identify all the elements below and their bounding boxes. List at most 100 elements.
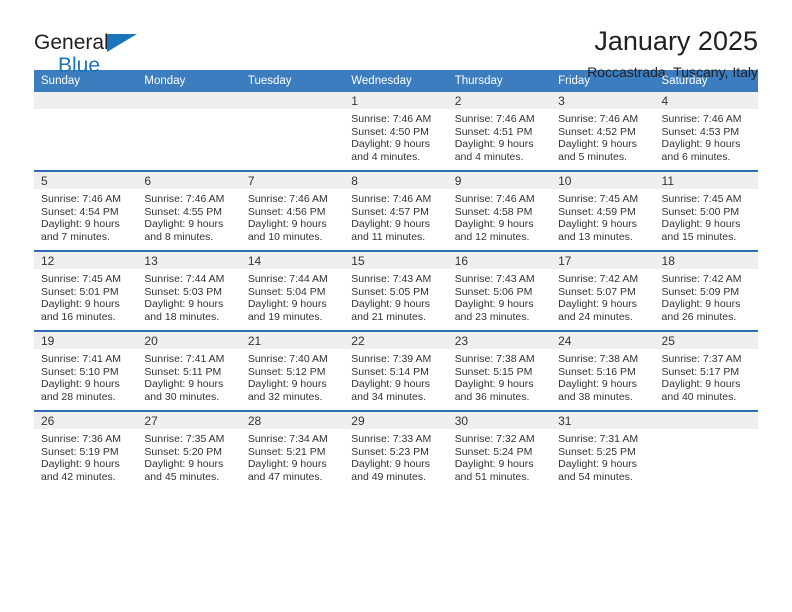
day-number: 24 xyxy=(551,332,655,349)
daylight-text-line2: and 10 minutes. xyxy=(247,230,323,243)
calendar-day-cell[interactable]: 26 Sunrise: 7:36 AM Sunset: 5:19 PM Dayligh… xyxy=(34,410,138,490)
calendar-day-cell[interactable]: 17 Sunrise: 7:42 AM Sunset: 5:07 PM Dayligh… xyxy=(551,250,655,331)
daylight-text-line2: and 19 minutes. xyxy=(247,310,323,323)
daylight-text-line1: Daylight: 9 hours xyxy=(351,218,431,231)
sunrise-text: Sunrise: 7:46 AM xyxy=(661,113,742,125)
day-details: Sunrise: 7:43 AM Sunset: 5:05 PM Daylight:… xyxy=(344,269,447,323)
calendar-day-cell[interactable]: 14 Sunrise: 7:44 AM Sunset: 5:04 PM Dayligh… xyxy=(240,250,345,331)
daylight-text-line2: and 7 minutes. xyxy=(41,230,110,243)
day-details: Sunrise: 7:46 AM Sunset: 4:53 PM Daylight:… xyxy=(655,109,758,163)
calendar-day-cell[interactable]: 23 Sunrise: 7:38 AM Sunset: 5:15 PM Dayligh… xyxy=(447,330,552,411)
daylight-text-line2: and 6 minutes. xyxy=(661,150,731,163)
daylight-text-line1: Daylight: 9 hours xyxy=(247,218,327,231)
calendar-body: 1 Sunrise: 7:46 AM Sunset: 4:50 PM Daylight… xyxy=(34,92,758,490)
calendar-day-cell[interactable]: 13 Sunrise: 7:44 AM Sunset: 5:03 PM Dayligh… xyxy=(137,250,241,331)
day-number: 5 xyxy=(34,172,138,189)
day-details: Sunrise: 7:33 AM Sunset: 5:23 PM Daylight:… xyxy=(344,429,447,483)
day-details: Sunrise: 7:42 AM Sunset: 5:09 PM Daylight:… xyxy=(655,269,758,323)
title-block: January 2025 Roccastrada, Tuscany, Italy xyxy=(587,26,758,81)
calendar-day-cell[interactable]: 12 Sunrise: 7:45 AM Sunset: 5:01 PM Dayligh… xyxy=(34,250,138,331)
calendar-day-cell[interactable]: 9 Sunrise: 7:46 AM Sunset: 4:58 PM Daylight… xyxy=(447,170,552,251)
calendar-day-cell[interactable]: 1 Sunrise: 7:46 AM Sunset: 4:50 PM Daylight… xyxy=(344,92,448,171)
day-number: 28 xyxy=(240,412,345,429)
calendar-day-cell[interactable]: 10 Sunrise: 7:45 AM Sunset: 4:59 PM Dayligh… xyxy=(551,170,655,251)
calendar-day-cell[interactable]: 18 Sunrise: 7:42 AM Sunset: 5:09 PM Dayligh… xyxy=(654,250,758,331)
calendar-day-cell[interactable]: 27 Sunrise: 7:35 AM Sunset: 5:20 PM Dayligh… xyxy=(137,410,241,490)
calendar-day-cell[interactable]: 22 Sunrise: 7:39 AM Sunset: 5:14 PM Dayligh… xyxy=(344,330,448,411)
sunset-text: Sunset: 5:09 PM xyxy=(661,285,740,298)
sunrise-text: Sunrise: 7:32 AM xyxy=(454,433,535,445)
daylight-text-line2: and 23 minutes. xyxy=(454,310,530,323)
daylight-text-line2: and 40 minutes. xyxy=(661,390,737,403)
day-number: 2 xyxy=(447,92,552,109)
day-number: 4 xyxy=(654,92,758,109)
sunrise-text: Sunrise: 7:46 AM xyxy=(454,193,535,205)
weekday-header-wednesday: Wednesday xyxy=(344,70,448,92)
daylight-text-line1: Daylight: 9 hours xyxy=(144,378,224,391)
day-number: 15 xyxy=(344,252,448,269)
daylight-text-line1: Daylight: 9 hours xyxy=(558,218,637,231)
sunset-text: Sunset: 5:20 PM xyxy=(144,445,223,458)
calendar-day-cell[interactable]: 28 Sunrise: 7:34 AM Sunset: 5:21 PM Dayligh… xyxy=(240,410,345,490)
calendar-day-cell[interactable]: 3 Sunrise: 7:46 AM Sunset: 4:52 PM Daylight… xyxy=(551,92,655,171)
day-number: 19 xyxy=(34,332,138,349)
calendar-day-cell[interactable]: 29 Sunrise: 7:33 AM Sunset: 5:23 PM Dayligh… xyxy=(344,410,448,490)
calendar-day-cell[interactable]: 6 Sunrise: 7:46 AM Sunset: 4:55 PM Daylight… xyxy=(137,170,241,251)
day-details: Sunrise: 7:43 AM Sunset: 5:06 PM Daylight:… xyxy=(448,269,551,323)
day-details: Sunrise: 7:32 AM Sunset: 5:24 PM Daylight:… xyxy=(448,429,551,483)
daylight-text-line1: Daylight: 9 hours xyxy=(144,298,224,311)
sunset-text: Sunset: 5:25 PM xyxy=(558,445,636,458)
day-details: Sunrise: 7:35 AM Sunset: 5:20 PM Daylight:… xyxy=(137,429,240,483)
calendar-day-cell[interactable]: 20 Sunrise: 7:41 AM Sunset: 5:11 PM Dayligh… xyxy=(137,330,241,411)
day-number: 14 xyxy=(240,252,345,269)
calendar-week-row: 26 Sunrise: 7:36 AM Sunset: 5:19 PM Dayligh… xyxy=(34,410,758,490)
sunset-text: Sunset: 4:56 PM xyxy=(247,205,326,218)
daylight-text-line1: Daylight: 9 hours xyxy=(41,298,120,311)
daylight-text-line1: Daylight: 9 hours xyxy=(558,378,637,391)
sunset-text: Sunset: 4:58 PM xyxy=(454,205,533,218)
calendar-day-cell[interactable]: 8 Sunrise: 7:46 AM Sunset: 4:57 PM Daylight… xyxy=(344,170,448,251)
calendar-day-cell[interactable]: 7 Sunrise: 7:46 AM Sunset: 4:56 PM Daylight… xyxy=(240,170,345,251)
day-details: Sunrise: 7:46 AM Sunset: 4:55 PM Daylight:… xyxy=(137,189,240,243)
sunset-text: Sunset: 5:07 PM xyxy=(558,285,636,298)
weekday-header-thursday: Thursday xyxy=(447,70,552,92)
sunrise-text: Sunrise: 7:35 AM xyxy=(144,433,225,445)
sunrise-text: Sunrise: 7:42 AM xyxy=(558,273,639,285)
calendar-day-cell[interactable]: 30 Sunrise: 7:32 AM Sunset: 5:24 PM Dayligh… xyxy=(447,410,552,490)
sunset-text: Sunset: 5:10 PM xyxy=(41,365,119,378)
calendar-day-cell[interactable]: 16 Sunrise: 7:43 AM Sunset: 5:06 PM Dayligh… xyxy=(447,250,552,331)
calendar-day-cell[interactable]: 2 Sunrise: 7:46 AM Sunset: 4:51 PM Daylight… xyxy=(447,92,552,171)
calendar-day-cell[interactable]: 24 Sunrise: 7:38 AM Sunset: 5:16 PM Dayligh… xyxy=(551,330,655,411)
calendar-day-cell[interactable]: 21 Sunrise: 7:40 AM Sunset: 5:12 PM Dayligh… xyxy=(240,330,345,411)
calendar-day-cell[interactable]: 4 Sunrise: 7:46 AM Sunset: 4:53 PM Daylight… xyxy=(654,92,758,171)
day-number xyxy=(654,412,758,429)
day-details: Sunrise: 7:46 AM Sunset: 4:51 PM Daylight:… xyxy=(448,109,551,163)
sunrise-text: Sunrise: 7:46 AM xyxy=(144,193,225,205)
sunset-text: Sunset: 5:12 PM xyxy=(247,365,326,378)
calendar-day-cell[interactable]: 15 Sunrise: 7:43 AM Sunset: 5:05 PM Dayligh… xyxy=(344,250,448,331)
daylight-text-line1: Daylight: 9 hours xyxy=(351,298,431,311)
calendar-page: General Blue January 2025 Roccastrada, T… xyxy=(0,0,792,612)
sunset-text: Sunset: 5:21 PM xyxy=(247,445,326,458)
brand-logo[interactable]: General Blue xyxy=(34,26,164,76)
daylight-text-line1: Daylight: 9 hours xyxy=(558,458,637,471)
calendar-day-cell[interactable]: 25 Sunrise: 7:37 AM Sunset: 5:17 PM Dayligh… xyxy=(654,330,758,411)
day-details: Sunrise: 7:37 AM Sunset: 5:17 PM Daylight:… xyxy=(655,349,758,403)
daylight-text-line2: and 30 minutes. xyxy=(144,390,220,403)
day-number: 23 xyxy=(447,332,552,349)
daylight-text-line1: Daylight: 9 hours xyxy=(144,458,224,471)
day-details: Sunrise: 7:36 AM Sunset: 5:19 PM Daylight:… xyxy=(34,429,137,483)
day-details: Sunrise: 7:45 AM Sunset: 5:01 PM Daylight:… xyxy=(34,269,137,323)
daylight-text-line1: Daylight: 9 hours xyxy=(558,138,637,151)
daylight-text-line2: and 26 minutes. xyxy=(661,310,737,323)
daylight-text-line2: and 12 minutes. xyxy=(454,230,530,243)
calendar-day-cell[interactable]: 31 Sunrise: 7:31 AM Sunset: 5:25 PM Dayligh… xyxy=(551,410,655,490)
calendar-day-cell[interactable]: 11 Sunrise: 7:45 AM Sunset: 5:00 PM Dayligh… xyxy=(654,170,758,251)
day-number xyxy=(34,92,138,109)
day-details: Sunrise: 7:46 AM Sunset: 4:58 PM Daylight:… xyxy=(448,189,551,243)
daylight-text-line1: Daylight: 9 hours xyxy=(41,458,120,471)
calendar-day-cell[interactable]: 19 Sunrise: 7:41 AM Sunset: 5:10 PM Dayligh… xyxy=(34,330,138,411)
sunset-text: Sunset: 4:55 PM xyxy=(144,205,223,218)
calendar-day-cell[interactable]: 5 Sunrise: 7:46 AM Sunset: 4:54 PM Daylight… xyxy=(34,170,138,251)
sunrise-text: Sunrise: 7:39 AM xyxy=(351,353,432,365)
